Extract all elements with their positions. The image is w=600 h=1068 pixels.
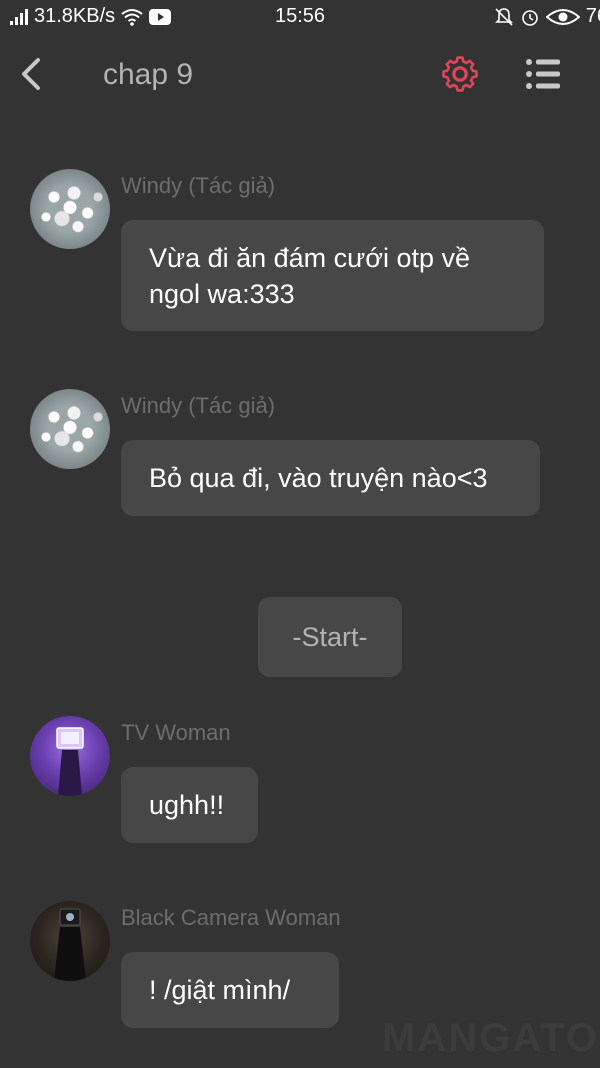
author-name: Black Camera Woman bbox=[121, 905, 341, 930]
narration-bubble: -Start- bbox=[258, 597, 402, 677]
camera-woman-figure bbox=[54, 908, 86, 981]
author-name: Windy (Tác giả) bbox=[121, 173, 276, 198]
message-bubble: Vừa đi ăn đám cưới otp về ngol wa:333 bbox=[121, 220, 544, 331]
avatar[interactable] bbox=[30, 901, 110, 981]
eye-icon bbox=[545, 8, 580, 25]
avatar[interactable] bbox=[30, 389, 110, 469]
author-name: Windy (Tác giả) bbox=[121, 393, 276, 418]
avatar[interactable] bbox=[30, 716, 110, 796]
watermark: MANGATOON bbox=[382, 1016, 600, 1060]
author-name: TV Woman bbox=[121, 720, 231, 745]
message-bubble: ! /giật mình/ bbox=[121, 952, 339, 1028]
chapter-title: chap 9 bbox=[103, 58, 194, 91]
message-bubble: ughh!! bbox=[121, 767, 258, 843]
avatar[interactable] bbox=[30, 169, 110, 249]
mute-bell-icon bbox=[494, 7, 513, 26]
battery-level: 76 bbox=[585, 5, 600, 27]
message-bubble: Bỏ qua đi, vào truyện nào<3 bbox=[121, 440, 540, 516]
status-right: 76 bbox=[494, 5, 600, 28]
gear-icon[interactable] bbox=[440, 54, 480, 94]
chevron-left-icon[interactable] bbox=[16, 54, 50, 94]
chapter-header: chap 9 bbox=[0, 40, 600, 110]
tv-woman-figure bbox=[56, 727, 84, 796]
alarm-icon bbox=[521, 9, 538, 26]
status-bar: 31.8KB/s 15:56 76 bbox=[0, 0, 600, 34]
list-icon[interactable] bbox=[524, 56, 562, 92]
